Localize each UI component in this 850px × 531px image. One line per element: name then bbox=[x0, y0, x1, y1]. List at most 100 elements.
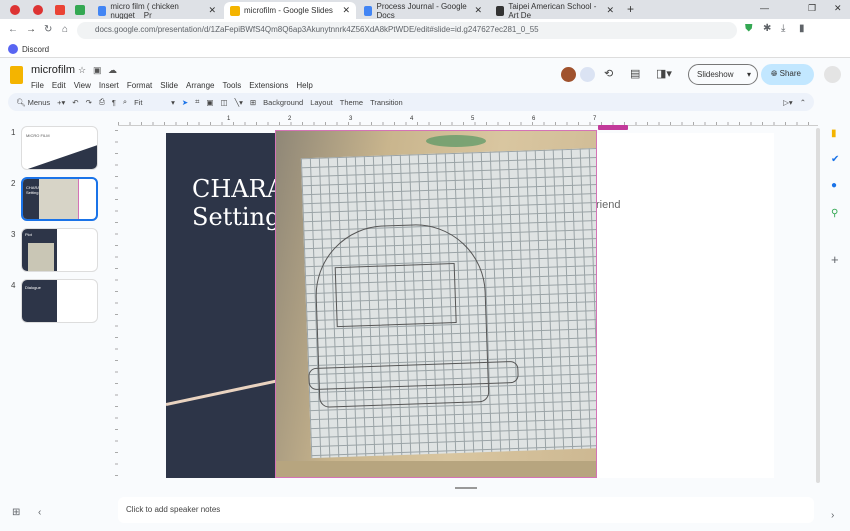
collaborator-avatar[interactable] bbox=[561, 67, 576, 82]
menu-file[interactable]: File bbox=[31, 81, 44, 90]
speaker-notes[interactable]: Click to add speaker notes bbox=[118, 497, 814, 523]
print-icon[interactable]: ⎙ bbox=[99, 97, 105, 107]
discord-icon bbox=[8, 44, 18, 54]
new-tab-button[interactable]: + bbox=[627, 2, 634, 16]
select-icon[interactable]: ➤ bbox=[182, 98, 188, 107]
contacts-icon[interactable]: ● bbox=[831, 180, 837, 191]
slide-thumbnail-1[interactable]: MICRO FILM bbox=[21, 126, 98, 170]
close-tab-icon[interactable]: ✕ bbox=[474, 5, 482, 16]
restore-button[interactable]: ❐ bbox=[808, 3, 816, 14]
bookmark-discord[interactable]: Discord bbox=[22, 45, 49, 54]
slideshow-dropdown-icon[interactable]: ▾ bbox=[747, 70, 751, 79]
menu-extensions[interactable]: Extensions bbox=[249, 81, 288, 90]
slide-body-text[interactable]: riend bbox=[596, 199, 620, 211]
vertical-ruler[interactable] bbox=[110, 130, 118, 480]
back-icon[interactable]: ← bbox=[8, 24, 18, 35]
menu-arrange[interactable]: Arrange bbox=[186, 81, 214, 90]
redo-icon[interactable]: ↷ bbox=[86, 98, 92, 107]
slideshow-button[interactable]: Slideshow ▾ bbox=[688, 64, 758, 85]
menu-slide[interactable]: Slide bbox=[160, 81, 178, 90]
new-slide-button[interactable]: +▾ bbox=[57, 98, 65, 107]
move-folder-icon[interactable]: ▣ bbox=[93, 65, 102, 76]
thumb-title: Plot bbox=[25, 232, 32, 237]
minimize-button[interactable]: — bbox=[760, 3, 769, 13]
notes-resize-handle[interactable] bbox=[455, 487, 477, 489]
maps-icon[interactable]: ⚲ bbox=[831, 208, 838, 219]
account-avatar[interactable] bbox=[824, 66, 841, 83]
thumb-title: Dialogue bbox=[25, 285, 41, 290]
collaborator-icon[interactable] bbox=[580, 67, 595, 82]
tab-microfilm-slides[interactable]: microfilm - Google Slides ✕ bbox=[224, 2, 356, 19]
grid-view-icon[interactable]: ⊞ bbox=[12, 507, 20, 518]
side-panel: ▮ ✔ ● ⚲ + › bbox=[820, 118, 850, 531]
cloud-status-icon[interactable]: ☁ bbox=[108, 65, 117, 76]
theme-button[interactable]: Theme bbox=[340, 98, 363, 107]
share-button[interactable]: 🌐︎ Share bbox=[761, 64, 814, 85]
menu-help[interactable]: Help bbox=[296, 81, 312, 90]
crop-icon[interactable]: ⌗ bbox=[195, 97, 199, 107]
version-history-icon[interactable]: ⟲ bbox=[604, 67, 613, 80]
pinned-tab-icon[interactable] bbox=[33, 5, 43, 15]
zoom-select[interactable]: Fit bbox=[134, 98, 164, 107]
toolbar: 🔍︎ Menus +▾ ↶ ↷ ⎙ ¶ ⌕ Fit ▾ ➤ ⌗ ▣ ◫ ╲▾ ⊞ … bbox=[8, 93, 814, 111]
search-menus[interactable]: 🔍︎ Menus bbox=[16, 98, 50, 107]
zoom-icon[interactable]: ⌕ bbox=[123, 97, 127, 107]
url-field[interactable]: docs.google.com/presentation/d/1ZaFepiBW… bbox=[77, 22, 737, 39]
forward-icon[interactable]: → bbox=[26, 24, 36, 35]
show-side-panel-icon[interactable]: › bbox=[831, 510, 834, 521]
zoom-dropdown-icon[interactable]: ▾ bbox=[171, 98, 175, 107]
sidepanel-icon[interactable]: ▮ bbox=[799, 23, 805, 34]
comment-add-icon[interactable]: ⊞ bbox=[250, 98, 256, 107]
browser-tab-bar: micro film ( chicken nugget _ Pr ✕ microf… bbox=[0, 0, 850, 20]
slide-thumbnail-3[interactable]: Plot bbox=[21, 228, 98, 272]
close-window-button[interactable]: ✕ bbox=[834, 3, 842, 14]
tab-taipei-american-school[interactable]: Taipei American School - Art De ✕ bbox=[490, 2, 620, 20]
download-icon[interactable]: ⤓ bbox=[781, 23, 785, 34]
tab-process-journal[interactable]: Process Journal - Google Docs ✕ bbox=[358, 2, 488, 20]
sketch-photo[interactable] bbox=[275, 130, 597, 478]
keep-icon[interactable]: ▮ bbox=[831, 128, 837, 139]
menu-edit[interactable]: Edit bbox=[52, 81, 66, 90]
collapse-toolbar-icon[interactable]: ⌃ bbox=[800, 98, 806, 107]
home-icon[interactable]: ⌂ bbox=[62, 24, 68, 35]
close-tab-icon[interactable]: ✕ bbox=[606, 5, 614, 16]
background-button[interactable]: Background bbox=[263, 98, 303, 107]
star-icon[interactable]: ☆ bbox=[78, 65, 86, 76]
slide-title[interactable]: CHARA Setting bbox=[192, 175, 284, 231]
tasks-icon[interactable]: ✔ bbox=[831, 154, 839, 165]
extension-shield-icon[interactable]: ⛊ bbox=[745, 23, 753, 34]
ruler-label: 5 bbox=[471, 116, 475, 122]
pen-mode-icon[interactable]: ▷▾ bbox=[783, 98, 793, 107]
collapse-filmstrip-icon[interactable]: ‹ bbox=[38, 507, 41, 518]
slide-thumbnail-4[interactable]: Dialogue bbox=[21, 279, 98, 323]
reload-icon[interactable]: ↻ bbox=[44, 24, 52, 35]
drive-icon[interactable] bbox=[75, 5, 85, 15]
transition-button[interactable]: Transition bbox=[370, 98, 403, 107]
menu-view[interactable]: View bbox=[74, 81, 91, 90]
menu-insert[interactable]: Insert bbox=[99, 81, 119, 90]
line-icon[interactable]: ╲▾ bbox=[235, 98, 243, 107]
layout-button[interactable]: Layout bbox=[310, 98, 333, 107]
horizontal-ruler[interactable]: 1 2 3 4 5 6 7 bbox=[118, 116, 818, 126]
menu-format[interactable]: Format bbox=[127, 81, 152, 90]
ruler-label: 4 bbox=[410, 116, 414, 122]
add-addon-icon[interactable]: + bbox=[831, 252, 839, 267]
table-edge bbox=[276, 461, 596, 477]
close-tab-icon[interactable]: ✕ bbox=[208, 5, 216, 16]
tab-micro-film[interactable]: micro film ( chicken nugget _ Pr ✕ bbox=[92, 2, 222, 20]
gmail-icon[interactable] bbox=[55, 5, 65, 15]
extensions-icon[interactable]: ✱ bbox=[763, 23, 771, 34]
paint-format-icon[interactable]: ¶ bbox=[112, 98, 116, 107]
docs-icon bbox=[98, 5, 107, 16]
document-title[interactable]: microfilm bbox=[31, 64, 75, 76]
undo-icon[interactable]: ↶ bbox=[72, 98, 78, 107]
slides-logo-icon[interactable] bbox=[10, 66, 23, 84]
close-tab-icon[interactable]: ✕ bbox=[342, 5, 350, 16]
slide-thumbnail-2[interactable]: CHARA Setting bbox=[21, 177, 98, 221]
meet-icon[interactable]: ◨▾ bbox=[656, 67, 672, 80]
comments-icon[interactable]: ▤ bbox=[630, 67, 640, 80]
pinned-tab-icon[interactable] bbox=[10, 5, 20, 15]
shape-icon[interactable]: ◫ bbox=[221, 98, 228, 107]
image-icon[interactable]: ▣ bbox=[206, 98, 213, 107]
menu-tools[interactable]: Tools bbox=[223, 81, 242, 90]
